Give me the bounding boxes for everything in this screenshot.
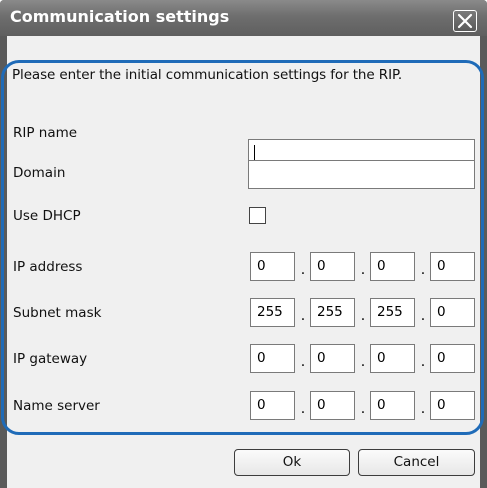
octet-separator: . (420, 262, 426, 278)
ip-gateway-octet-4[interactable]: 0 (430, 344, 475, 373)
ip-gateway-octet-1[interactable]: 0 (250, 344, 295, 373)
domain-input[interactable] (248, 160, 475, 189)
close-button[interactable] (453, 10, 477, 32)
communication-settings-dialog: Communication settings Please enter the … (0, 0, 487, 488)
ip-address-octet-4[interactable]: 0 (430, 252, 475, 281)
subnet-mask-octet-2[interactable]: 255 (310, 298, 355, 327)
octet-separator: . (360, 401, 366, 417)
subnet-mask-octet-4[interactable]: 0 (430, 298, 475, 327)
ip-address-label: IP address (13, 259, 83, 275)
name-server-octet-4[interactable]: 0 (430, 391, 475, 420)
title-bar[interactable]: Communication settings (0, 0, 487, 36)
octet-separator: . (300, 308, 306, 324)
name-server-octet-1[interactable]: 0 (250, 391, 295, 420)
use-dhcp-checkbox[interactable] (249, 207, 266, 224)
rip-name-label: RIP name (13, 125, 78, 141)
octet-separator: . (300, 401, 306, 417)
octet-separator: . (420, 401, 426, 417)
octet-separator: . (300, 354, 306, 370)
domain-label: Domain (13, 165, 66, 181)
ip-address-octet-3[interactable]: 0 (370, 252, 415, 281)
ok-button[interactable]: Ok (234, 449, 350, 476)
window-title: Communication settings (10, 7, 230, 26)
octet-separator: . (360, 262, 366, 278)
name-server-octet-2[interactable]: 0 (310, 391, 355, 420)
name-server-label: Name server (13, 398, 100, 414)
ip-gateway-octet-3[interactable]: 0 (370, 344, 415, 373)
subnet-mask-octet-3[interactable]: 255 (370, 298, 415, 327)
ip-address-octet-2[interactable]: 0 (310, 252, 355, 281)
octet-separator: . (300, 262, 306, 278)
cancel-button[interactable]: Cancel (358, 449, 475, 476)
octet-separator: . (420, 308, 426, 324)
subnet-mask-octet-1[interactable]: 255 (250, 298, 295, 327)
subnet-mask-label: Subnet mask (13, 305, 102, 321)
ip-address-octet-1[interactable]: 0 (250, 252, 295, 281)
ip-gateway-label: IP gateway (13, 351, 88, 367)
use-dhcp-label: Use DHCP (13, 208, 81, 224)
ip-gateway-octet-2[interactable]: 0 (310, 344, 355, 373)
octet-separator: . (360, 354, 366, 370)
octet-separator: . (360, 308, 366, 324)
close-icon (457, 13, 473, 29)
intro-text: Please enter the initial communication s… (12, 67, 403, 83)
octet-separator: . (420, 354, 426, 370)
name-server-octet-3[interactable]: 0 (370, 391, 415, 420)
